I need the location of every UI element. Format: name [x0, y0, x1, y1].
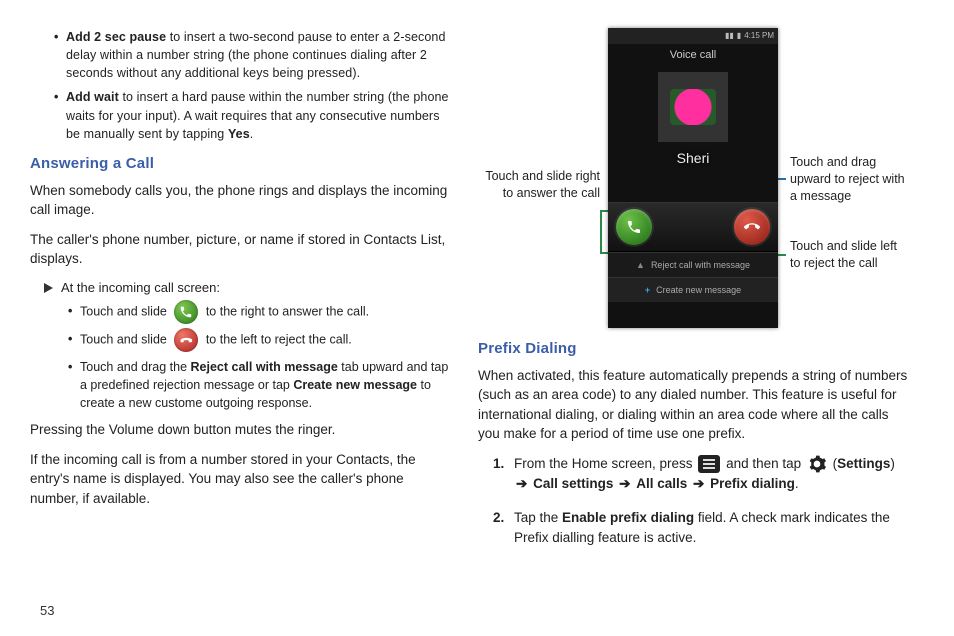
sub-answer: Touch and slide to the right to answer t…	[80, 302, 450, 322]
sub-pre: Touch and slide	[80, 332, 170, 346]
answering-p2: The caller's phone number, picture, or n…	[30, 230, 450, 269]
gear-icon	[807, 454, 827, 474]
bullet-add-2sec: Add 2 sec pause to insert a two-second p…	[66, 28, 450, 82]
arrow-text: At the incoming call screen:	[61, 280, 220, 295]
bullet-text: to insert a hard pause within the number…	[66, 90, 449, 140]
bullet-tail-end: .	[250, 127, 254, 141]
step-1: From the Home screen, press and then tap…	[508, 454, 908, 494]
sub-reject: Touch and slide to the left to reject th…	[80, 330, 450, 350]
sub-post: to the left to reject the call.	[206, 332, 352, 346]
top-bullet-list: Add 2 sec pause to insert a two-second p…	[30, 28, 450, 143]
arrow-line: At the incoming call screen:	[44, 279, 450, 298]
callout-reject: Touch and slide left to reject the call	[790, 238, 910, 272]
page-number: 53	[40, 603, 54, 618]
answering-p4: If the incoming call is from a number st…	[30, 450, 450, 509]
s1-callsettings: Call settings	[533, 476, 613, 491]
sub-bullet-list: Touch and slide to the right to answer t…	[30, 302, 450, 412]
reject-bar-label: Reject call with message	[651, 259, 750, 272]
s1-prefix: Prefix dialing	[710, 476, 795, 491]
reject-with-message-bar[interactable]: ▲ Reject call with message	[608, 252, 778, 277]
prefix-steps: From the Home screen, press and then tap…	[488, 454, 908, 547]
prefix-p: When activated, this feature automatical…	[478, 366, 908, 444]
answer-button[interactable]	[616, 209, 652, 245]
answering-p1: When somebody calls you, the phone rings…	[30, 181, 450, 220]
chevron-up-icon: ▲	[636, 259, 645, 272]
s1-a: From the Home screen, press	[514, 456, 696, 471]
plus-icon: +	[645, 284, 650, 297]
s2-b: Enable prefix dialing	[562, 510, 694, 525]
status-time: 4:15 PM	[744, 30, 774, 42]
arrow-icon: ➔	[693, 476, 704, 491]
battery-icon: ▮	[737, 30, 741, 42]
status-bar: ▮▮ ▮ 4:15 PM	[608, 28, 778, 44]
sub-b2: Create new message	[293, 378, 417, 392]
sub-b1: Reject call with message	[191, 360, 338, 374]
callout-reject-msg: Touch and drag upward to reject with a m…	[790, 154, 910, 205]
answering-p3: Pressing the Volume down button mutes th…	[30, 420, 450, 440]
s1-settings: Settings	[837, 456, 890, 471]
reject-icon	[174, 328, 198, 352]
leader-line	[600, 210, 602, 252]
reject-button[interactable]	[734, 209, 770, 245]
phone-mockup: ▮▮ ▮ 4:15 PM Voice call Sheri ▲ Reject c…	[608, 28, 778, 328]
sub-pre: Touch and drag the	[80, 360, 191, 374]
s1-b: and then tap	[726, 456, 805, 471]
heading-answering: Answering a Call	[30, 153, 450, 175]
bullet-lead: Add wait	[66, 90, 119, 104]
step-2: Tap the Enable prefix dialing field. A c…	[508, 508, 908, 547]
bullet-lead: Add 2 sec pause	[66, 30, 166, 44]
call-action-row	[608, 202, 778, 252]
create-new-message-bar[interactable]: + Create new message	[608, 277, 778, 302]
caller-name: Sheri	[608, 148, 778, 176]
arrow-icon: ➔	[619, 476, 630, 491]
caller-picture	[658, 72, 728, 142]
bullet-add-wait: Add wait to insert a hard pause within t…	[66, 88, 450, 142]
callout-answer: Touch and slide right to answer the call	[480, 168, 600, 202]
triangle-icon	[44, 283, 53, 293]
menu-key-icon	[698, 455, 720, 473]
voice-call-label: Voice call	[608, 44, 778, 68]
s2-a: Tap the	[514, 510, 562, 525]
s1-allcalls: All calls	[636, 476, 687, 491]
answer-icon	[174, 300, 198, 324]
signal-icon: ▮▮	[725, 30, 734, 42]
bullet-tail-bold: Yes	[228, 127, 250, 141]
sub-post: to the right to answer the call.	[206, 304, 369, 318]
incoming-call-figure: Touch and slide right to answer the call…	[478, 28, 908, 328]
sub-pre: Touch and slide	[80, 304, 170, 318]
create-bar-label: Create new message	[656, 284, 741, 297]
heading-prefix: Prefix Dialing	[478, 338, 908, 360]
sub-reject-msg: Touch and drag the Reject call with mess…	[80, 358, 450, 412]
arrow-icon: ➔	[516, 476, 527, 491]
flower-image	[670, 89, 716, 125]
